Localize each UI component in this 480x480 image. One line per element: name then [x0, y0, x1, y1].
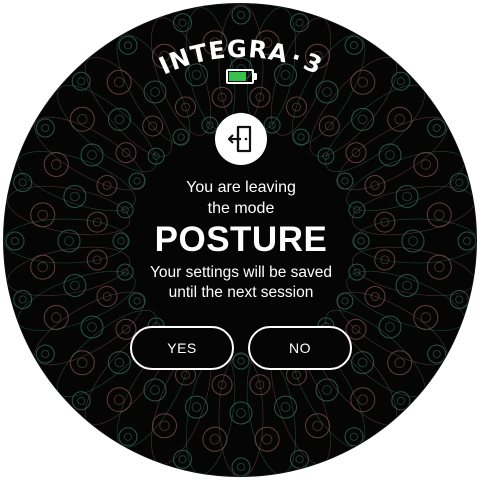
mode-title: POSTURE: [154, 220, 328, 259]
message-line-1: You are leaving: [186, 179, 296, 196]
message-line-2: the mode: [207, 200, 275, 217]
mode-exit-badge: [215, 113, 267, 165]
no-button[interactable]: NO: [248, 326, 352, 370]
battery-cap: [254, 73, 257, 80]
note-line-2: until the next session: [168, 284, 314, 301]
brand-name: INTEGRA: [155, 35, 291, 80]
battery-icon: [226, 69, 254, 84]
watch-screen: INTEGRA·3 You are leaving the mode POSTU…: [3, 3, 477, 477]
note-line-1: Your settings will be saved: [149, 264, 333, 281]
battery-level: [229, 72, 246, 81]
yes-button[interactable]: YES: [130, 326, 234, 370]
exit-door-icon: [228, 125, 252, 153]
